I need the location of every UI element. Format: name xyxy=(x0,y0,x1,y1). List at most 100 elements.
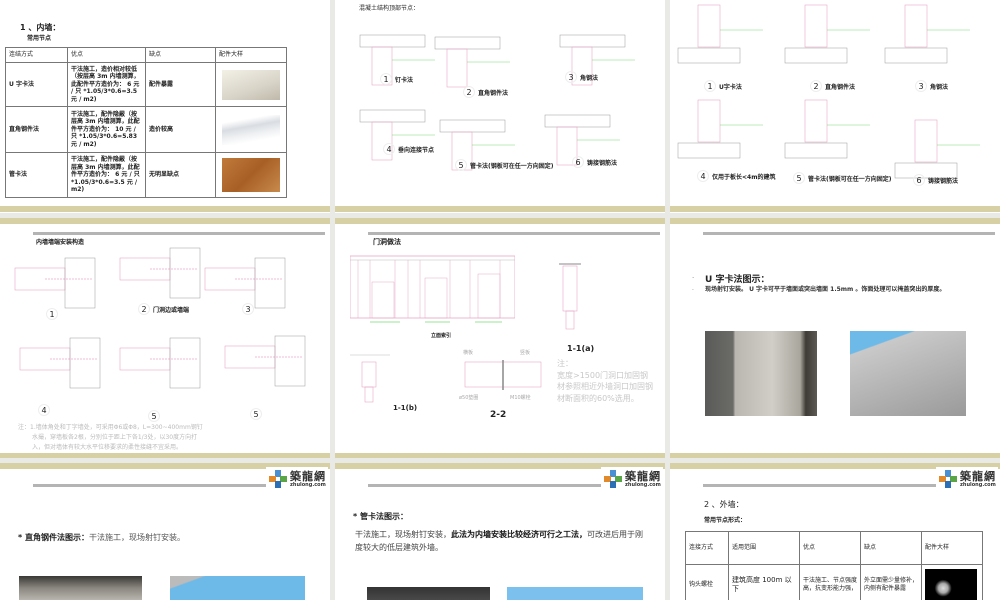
title-rule xyxy=(368,484,603,487)
logo-url: zhulong.com xyxy=(625,482,661,488)
caption: 4 仅用于板长<4m的建筑 xyxy=(697,170,775,182)
table-header: 连接方式 适用范围 优点 缺点 配件大样 xyxy=(685,531,983,565)
table-row: 直角钢件法 干法施工，配件隐蔽（按层高 3m 内墙测算，此配件平方造价为： 10… xyxy=(5,106,287,153)
caption-label: 角钢法 xyxy=(580,75,599,82)
header-cell: 优点 xyxy=(799,531,861,565)
caption-number: 2 xyxy=(810,80,822,92)
caption-number: 6 xyxy=(572,156,584,168)
cad-line xyxy=(359,34,426,48)
body-bold-text: 此法为内墙安装比较经济可行之工法， xyxy=(451,530,587,539)
caption: 1 U字卡法 xyxy=(704,80,742,92)
pros-cell: 干法施工，配件隐蔽（按层高 3m 内墙测算，此配件平方造价为： 10 元 / 只… xyxy=(67,106,146,153)
section-a-drawing xyxy=(559,263,581,330)
caption-number: 4 xyxy=(697,170,709,182)
caption: 5 管卡法(钢板可在任一方向固定) xyxy=(793,172,892,184)
caption-number: 6 xyxy=(913,174,925,186)
cons-cell: 造价较高 xyxy=(145,106,216,153)
pros-cell: 干法施工，造价相对较低（按层高 3m 内墙测算，此配件平方造价为： 6 元 / … xyxy=(67,62,146,107)
note: 注： 宽度>1500门洞口加固钢 材参照相近外墙洞口加固钢 材断面积的60%选用… xyxy=(557,358,653,404)
slide-band xyxy=(0,206,330,212)
note: 注：1.墙体角处和丁字墙处，可采用Φ6或Φ8，L=300~400mm钢钉 水撮，… xyxy=(18,423,203,454)
table-row: 管卡法 干法施工，配件隐蔽（按层高 3m 内墙测算，此配件平方造价为： 6 元 … xyxy=(5,152,287,198)
caption-number: 1 xyxy=(380,73,392,85)
title-rule xyxy=(368,232,660,235)
slide-9: 築龍網 zhulong.com 2 、外墙： 常用节点形式： 连接方式 适用范围 … xyxy=(670,463,1000,600)
method-cell: 管卡法 xyxy=(5,152,68,198)
cad-line xyxy=(544,114,611,128)
note-line: 材断面积的60%选用。 xyxy=(557,393,639,403)
slide-body: 现场射钉安装。 U 字卡可平于墙面或突出墙面 1.5mm 。饰面处理可以掩盖突出… xyxy=(705,286,946,293)
caption-label: 门洞边或墙端 xyxy=(153,307,190,314)
slide-text: * 直角钢件法图示：干法施工，现场射钉安装。 xyxy=(18,532,185,543)
cad-line xyxy=(169,337,201,389)
slide-6: · U 字卡法图示： · 现场射钉安装。 U 字卡可平于墙面或突出墙面 1.5m… xyxy=(670,218,1000,458)
caption: 5 xyxy=(148,410,163,422)
cad-line xyxy=(784,142,848,159)
logo-url: zhulong.com xyxy=(290,482,326,488)
caption-label: 管卡法(钢板可在任一方向固定) xyxy=(808,176,892,183)
section-2-2-drawing xyxy=(464,360,542,390)
table-row: 钩头螺栓 建筑高度 100m 以下 干法施工、节点强度高，抗变形能力强， 外立面… xyxy=(685,564,983,600)
slide-4: 内墙墙端安装构造 1 2 门洞边或墙端 3 4 5 5 注：1.墙体角处和丁字墙处… xyxy=(0,218,330,458)
slide-7: 築龍網 zhulong.com * 直角钢件法图示：干法施工，现场射钉安装。 xyxy=(0,463,330,600)
note-line: 材参照相近外墙洞口加固钢 xyxy=(557,382,653,392)
u-clip-render xyxy=(850,331,966,416)
slide-5: 门洞做法 立面索引 1-1(a) 1-1(b) 横板 竖板 ø50垫圈 M10螺… xyxy=(335,218,665,458)
cons-cell: 配件暴露 xyxy=(145,62,216,107)
cad-line xyxy=(904,4,928,48)
header-cell: 缺点 xyxy=(145,47,216,63)
caption-number: 5 xyxy=(455,159,467,171)
caption-label: 铸接钢筋法 xyxy=(928,178,959,185)
slide-band xyxy=(670,453,1000,458)
logo-mark-icon xyxy=(269,470,287,488)
caption: 2 直角钢件法 xyxy=(463,86,508,98)
cad-line xyxy=(804,4,828,48)
caption-number: 5 xyxy=(793,172,805,184)
caption: 6 铸接钢筋法 xyxy=(572,156,617,168)
section-2-2-label: 2-2 xyxy=(490,410,507,420)
pipe-clip-photo xyxy=(222,158,280,192)
title-rule xyxy=(703,232,995,235)
image-cell xyxy=(215,62,287,107)
pros-cell: 干法施工、节点强度高，抗变形能力强， xyxy=(799,564,861,600)
wall-installation-photo xyxy=(705,331,817,416)
note-line: 水撮，穿墙板各2根，分别位于距上下各1/3处，以30度方向打 xyxy=(32,434,198,442)
caption-number: 2 xyxy=(463,86,475,98)
zhulong-logo: 築龍網 zhulong.com xyxy=(266,467,328,493)
caption-label: 直角钢件法 xyxy=(478,90,509,97)
cad-line xyxy=(434,36,501,50)
elevation-label: 立面索引 xyxy=(431,333,452,339)
cad-line xyxy=(169,247,201,299)
slide-title: 1 、内墙： xyxy=(20,23,61,32)
slide-band xyxy=(0,453,330,458)
header-cell: 优点 xyxy=(67,47,146,63)
caption: 1 xyxy=(46,308,61,320)
cad-line xyxy=(64,257,96,309)
section-b-label: 1-1(b) xyxy=(393,404,418,412)
method-cell: 直角钢件法 xyxy=(5,106,68,153)
body-text: 干法施工，现场射钉安装， xyxy=(355,530,451,539)
caption-label: 管卡法(钢板可在任一方向固定) xyxy=(470,163,554,170)
image-cell xyxy=(921,564,983,600)
cad-line xyxy=(274,335,306,387)
caption: 5 管卡法(钢板可在任一方向固定) xyxy=(455,159,554,171)
cad-line xyxy=(677,47,741,64)
cad-line xyxy=(446,48,468,88)
slide-band xyxy=(670,218,1000,224)
slide-8: 築龍網 zhulong.com * 管卡法图示： 干法施工，现场射钉安装，此法为内… xyxy=(335,463,665,600)
section-a-label: 1-1(a) xyxy=(567,344,595,353)
image-cell xyxy=(215,152,287,198)
note-line: 入，但对墙体有较大水平位移要求的柔性接缝不宜采用。 xyxy=(32,444,183,452)
slide-body: 干法施工，现场射钉安装，此法为内墙安装比较经济可行之工法，可改进后用于刚度较大的… xyxy=(355,529,647,555)
method-cell: U 字卡法 xyxy=(5,62,68,107)
table-row: U 字卡法 干法施工，造价相对较低（按层高 3m 内墙测算，此配件平方造价为： … xyxy=(5,62,287,107)
caption: 2 直角钢件法 xyxy=(810,80,855,92)
header-cell: 连接方式 xyxy=(685,531,729,565)
label-horizontal-plate: 横板 xyxy=(463,350,474,356)
caption: 4 垂向连接节点 xyxy=(383,143,434,155)
slide-1: 1 、内墙： 常用节点 连结方式 优点 缺点 配件大样 U 字卡法 干法施工，造… xyxy=(0,0,330,213)
angle-steel-photo xyxy=(19,576,142,600)
header-cell: 配件大样 xyxy=(215,47,287,63)
slide-subtitle: 常用节点 xyxy=(27,35,52,42)
caption-number: 3 xyxy=(915,80,927,92)
